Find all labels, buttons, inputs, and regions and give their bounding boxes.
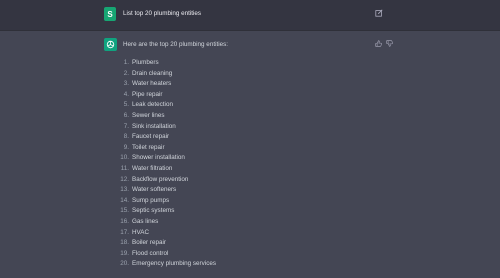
list-item: 10. Shower installation: [112, 153, 216, 164]
list-item-label: Septic systems: [132, 207, 175, 215]
list-item-number: 5.: [123, 101, 129, 109]
list-item: 4. Pipe repair: [112, 90, 216, 101]
openai-logo-icon: [106, 40, 115, 49]
list-item-number: 17.: [120, 228, 129, 236]
list-item-label: Sink installation: [132, 122, 176, 130]
list-item-label: Backflow prevention: [132, 175, 189, 183]
list-item-number: 18.: [120, 239, 129, 247]
list-item-number: 14.: [120, 196, 129, 204]
list-item-number: 19.: [120, 249, 129, 257]
list-item-label: Drain cleaning: [132, 69, 173, 77]
list-item: 20. Emergency plumbing services: [112, 259, 216, 270]
user-message-row: S List top 20 plumbing entities: [0, 0, 500, 31]
list-item: 13. Water softeners: [112, 185, 216, 196]
list-item: 9. Toilet repair: [112, 143, 216, 154]
list-item: 12. Backflow prevention: [112, 175, 216, 186]
list-item-label: Emergency plumbing services: [132, 260, 216, 268]
list-item: 6. Sewer lines: [112, 111, 216, 122]
list-item-number: 9.: [123, 143, 129, 151]
list-item: 18. Boiler repair: [112, 238, 216, 249]
list-item-number: 15.: [120, 207, 129, 215]
entity-list: 1. Plumbers 2. Drain cleaning 3. Water heater…: [112, 58, 216, 270]
list-item-label: Pipe repair: [132, 90, 163, 98]
list-item-label: Sump pumps: [132, 196, 170, 204]
user-message-text: List top 20 plumbing entities: [123, 10, 202, 17]
list-item-label: HVAC: [132, 228, 150, 236]
list-item: 14. Sump pumps: [112, 196, 216, 207]
list-item-number: 11.: [120, 164, 129, 172]
list-item: 11. Water filtration: [112, 164, 216, 175]
list-item-label: Water heaters: [132, 80, 172, 88]
list-item: 15. Septic systems: [112, 206, 216, 217]
list-item-label: Flood control: [132, 249, 169, 257]
list-item-number: 3.: [123, 80, 129, 88]
list-item: 16. Gas lines: [112, 217, 216, 228]
list-item: 3. Water heaters: [112, 79, 216, 90]
list-item-number: 13.: [120, 186, 129, 194]
list-item-label: Gas lines: [132, 217, 159, 225]
list-item: 5. Leak detection: [112, 100, 216, 111]
list-item: 1. Plumbers: [112, 58, 216, 69]
list-item-number: 2.: [123, 69, 129, 77]
list-item-number: 12.: [120, 175, 129, 183]
list-item: 17. HVAC: [112, 228, 216, 239]
thumbs-down-icon[interactable]: [386, 40, 393, 47]
list-item-number: 20.: [120, 260, 129, 268]
list-item-number: 16.: [120, 217, 129, 225]
list-item-label: Water softeners: [132, 186, 177, 194]
list-item-number: 4.: [123, 90, 129, 98]
list-item-label: Faucet repair: [132, 133, 170, 141]
list-item: 8. Faucet repair: [112, 132, 216, 143]
list-item-label: Sewer lines: [132, 111, 165, 119]
list-item-label: Leak detection: [132, 101, 173, 109]
list-item-label: Water filtration: [132, 164, 173, 172]
list-item-label: Toilet repair: [132, 143, 165, 151]
assistant-intro-text: Here are the top 20 plumbing entities:: [123, 41, 229, 48]
list-item-label: Plumbers: [132, 59, 159, 66]
edit-icon[interactable]: [375, 9, 383, 17]
list-item: 19. Flood control: [112, 249, 216, 260]
list-item-number: 10.: [120, 154, 129, 162]
bot-avatar: [104, 38, 117, 51]
list-item-number: 7.: [123, 122, 129, 130]
list-item-label: Boiler repair: [132, 239, 166, 247]
list-item: 2. Drain cleaning: [112, 69, 216, 80]
list-item-number: 8.: [123, 133, 129, 141]
user-avatar: S: [104, 7, 116, 21]
list-item: 7. Sink installation: [112, 122, 216, 133]
list-item-number: 1.: [123, 59, 129, 66]
assistant-message-row: Here are the top 20 plumbing entities: 1…: [0, 30, 500, 278]
thumbs-up-icon[interactable]: [375, 40, 382, 47]
list-item-number: 6.: [123, 111, 129, 119]
list-item-label: Shower installation: [132, 154, 185, 162]
